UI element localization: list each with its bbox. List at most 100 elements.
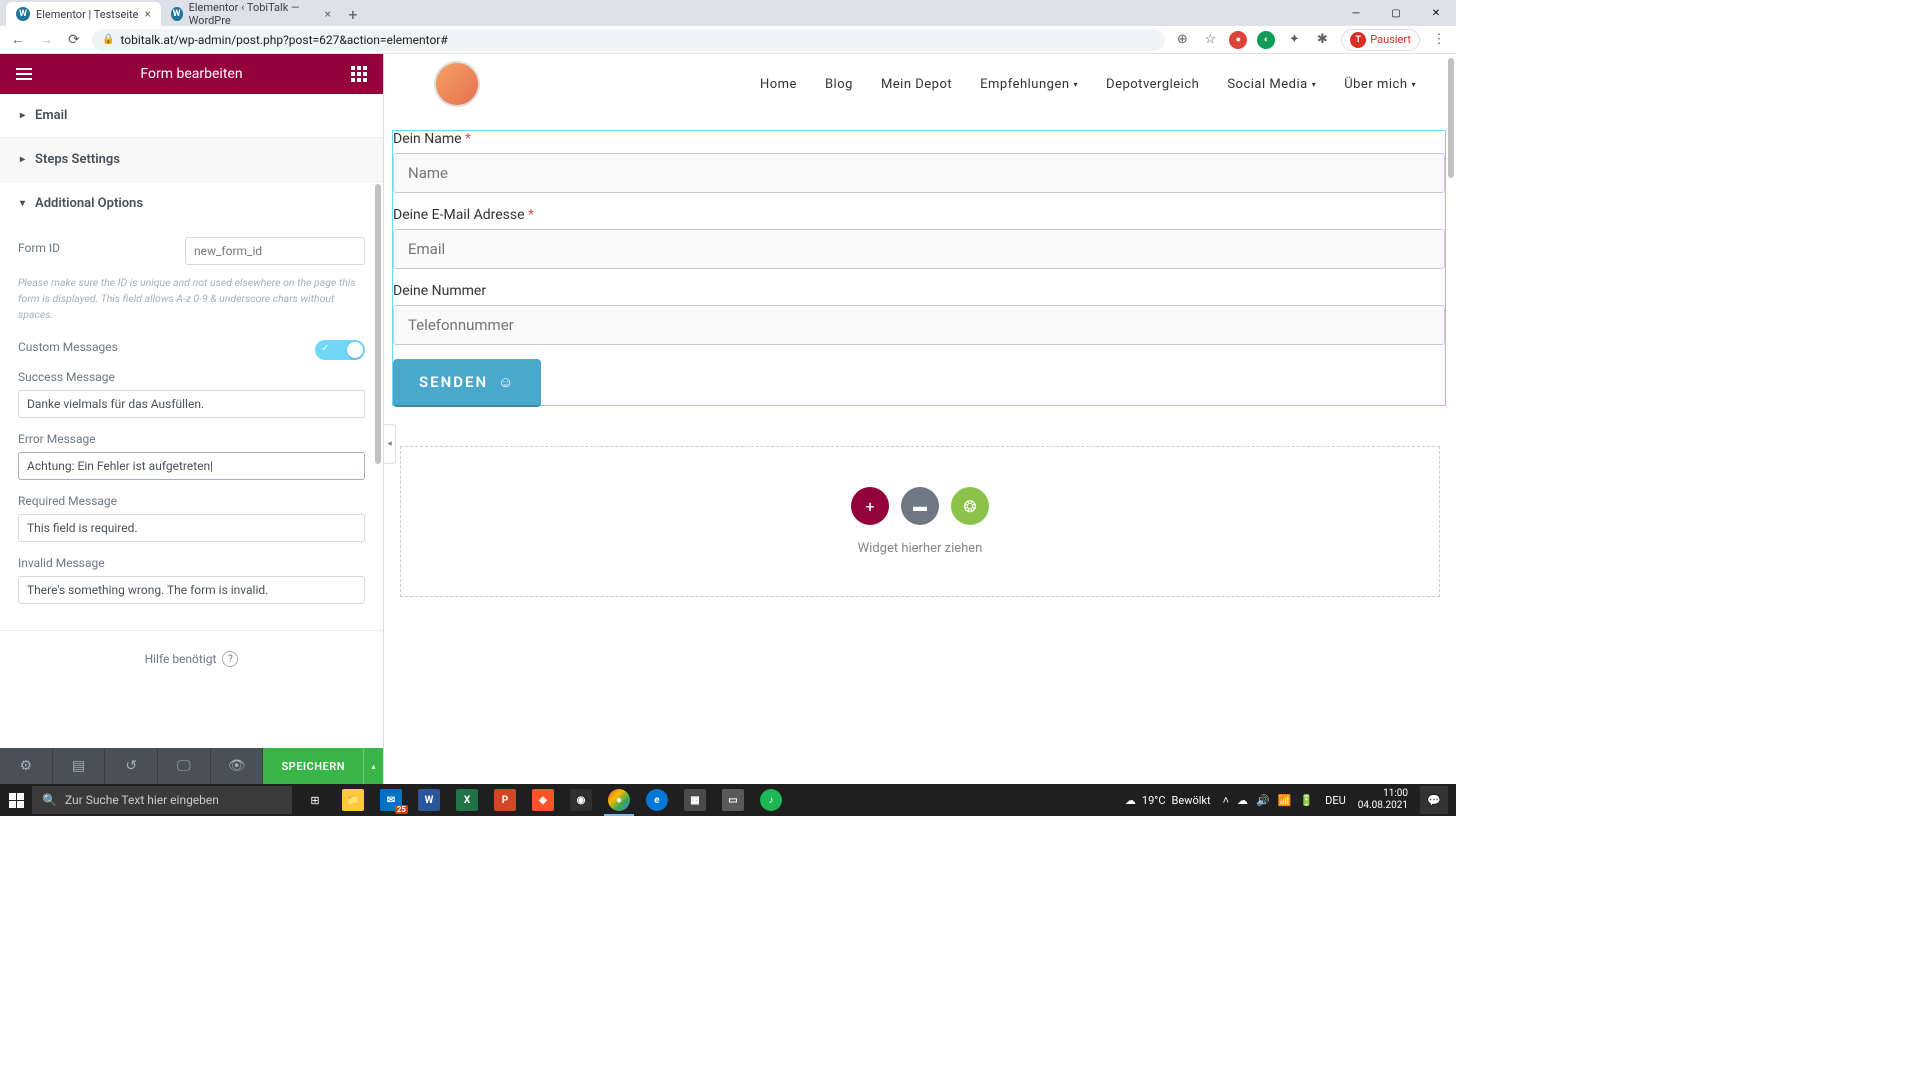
weather-widget[interactable]: ☁ 19°C Bewölkt bbox=[1125, 794, 1211, 807]
close-icon[interactable]: × bbox=[325, 7, 331, 21]
widget-drop-zone[interactable]: + ▬ ❂ Widget hierher ziehen bbox=[400, 446, 1440, 597]
collapse-sidebar-handle[interactable]: ◂ bbox=[384, 424, 396, 464]
nav-item[interactable]: Social Media▾ bbox=[1227, 77, 1316, 92]
invalid-message-input[interactable] bbox=[18, 576, 365, 604]
site-header: Home Blog Mein Depot Empfehlungen▾ Depotverg… bbox=[384, 54, 1456, 114]
site-nav: Home Blog Mein Depot Empfehlungen▾ Depotverg… bbox=[760, 77, 1416, 92]
help-link[interactable]: Hilfe benötigt ? bbox=[0, 631, 383, 687]
chevron-up-icon[interactable]: ˄ bbox=[1223, 794, 1229, 807]
navigator-icon[interactable]: ▤ bbox=[53, 748, 106, 784]
elementor-sidebar: Form bearbeiten ▸ Email ▸ Steps Settings bbox=[0, 54, 384, 784]
wordpress-icon: W bbox=[171, 7, 183, 21]
extensions-menu-icon[interactable]: ✱ bbox=[1313, 31, 1331, 49]
obs-icon[interactable]: ◉ bbox=[562, 784, 600, 816]
kebab-menu-icon[interactable]: ⋮ bbox=[1430, 31, 1448, 49]
nav-item[interactable]: Über mich▾ bbox=[1344, 77, 1416, 92]
scrollbar-thumb[interactable] bbox=[375, 184, 381, 464]
extension-icon[interactable]: ✦ bbox=[1285, 31, 1303, 49]
nav-item[interactable]: Mein Depot bbox=[881, 77, 952, 92]
preview-icon[interactable]: 👁 bbox=[211, 748, 264, 784]
wifi-icon[interactable]: 📶 bbox=[1278, 794, 1292, 807]
send-button[interactable]: SENDEN ☺ bbox=[393, 359, 541, 405]
extension-icon[interactable]: ◐ bbox=[1257, 31, 1275, 49]
envato-button[interactable]: ❂ bbox=[951, 487, 989, 525]
save-button[interactable]: SPEICHERN bbox=[263, 748, 363, 784]
url-field[interactable]: 🔒 tobitalk.at/wp-admin/post.php?post=627… bbox=[92, 29, 1165, 51]
browser-tab[interactable]: W Elementor ‹ TobiTalk — WordPre × bbox=[161, 2, 341, 26]
new-tab-button[interactable]: + bbox=[341, 2, 365, 26]
section-email[interactable]: ▸ Email bbox=[0, 94, 383, 137]
back-button[interactable]: ← bbox=[8, 30, 28, 50]
pause-label: Pausiert bbox=[1370, 33, 1411, 46]
form-id-input[interactable] bbox=[185, 237, 365, 265]
form-widget[interactable]: Dein Name * Deine E-Mail Adresse * Deine… bbox=[392, 130, 1446, 406]
responsive-icon[interactable]: 🖵 bbox=[158, 748, 211, 784]
required-message-input[interactable] bbox=[18, 514, 365, 542]
browser-tab-active[interactable]: W Elementor | Testseite × bbox=[6, 2, 161, 26]
clock[interactable]: 11:00 04.08.2021 bbox=[1358, 788, 1408, 812]
nav-item[interactable]: Home bbox=[760, 77, 797, 92]
section-additional-options[interactable]: ▾ Additional Options bbox=[0, 182, 383, 225]
cloud-sync-icon[interactable]: ☁ bbox=[1237, 794, 1248, 807]
sidebar-scroll[interactable]: ▸ Email ▸ Steps Settings ▾ Additional Op… bbox=[0, 94, 383, 748]
profile-paused-badge[interactable]: T Pausiert bbox=[1341, 29, 1420, 51]
template-library-button[interactable]: ▬ bbox=[901, 487, 939, 525]
close-icon[interactable]: × bbox=[145, 7, 151, 21]
nav-item[interactable]: Empfehlungen▾ bbox=[980, 77, 1078, 92]
app-icon[interactable]: ▭ bbox=[714, 784, 752, 816]
outlook-icon[interactable]: ✉25 bbox=[372, 784, 410, 816]
caret-right-icon: ▸ bbox=[20, 110, 25, 121]
bookmark-icon[interactable]: ☆ bbox=[1201, 31, 1219, 49]
error-message-input[interactable] bbox=[18, 452, 365, 480]
extension-icon[interactable]: ● bbox=[1229, 31, 1247, 49]
powerpoint-icon[interactable]: P bbox=[486, 784, 524, 816]
chevron-down-icon: ▾ bbox=[1074, 80, 1079, 89]
section-label: Additional Options bbox=[35, 196, 143, 211]
form-id-label: Form ID bbox=[18, 241, 60, 255]
file-explorer-icon[interactable]: 📁 bbox=[334, 784, 372, 816]
chrome-icon[interactable]: ● bbox=[600, 784, 638, 816]
taskbar-search[interactable]: 🔍 Zur Suche Text hier eingeben bbox=[32, 786, 292, 814]
time: 11:00 bbox=[1358, 788, 1408, 800]
date: 04.08.2021 bbox=[1358, 800, 1408, 812]
start-button[interactable] bbox=[0, 784, 32, 816]
battery-icon[interactable]: 🔋 bbox=[1299, 794, 1313, 807]
custom-messages-toggle[interactable]: ✓ bbox=[315, 340, 365, 360]
browser-tab-strip: W Elementor | Testseite × W Elementor ‹ … bbox=[0, 0, 1456, 26]
profile-avatar: T bbox=[1350, 32, 1366, 48]
section-steps-settings[interactable]: ▸ Steps Settings bbox=[0, 138, 383, 181]
excel-icon[interactable]: X bbox=[448, 784, 486, 816]
close-window-button[interactable]: ✕ bbox=[1416, 0, 1456, 26]
site-avatar[interactable] bbox=[434, 61, 480, 107]
zoom-icon[interactable]: ⊕ bbox=[1173, 31, 1191, 49]
widgets-grid-icon[interactable] bbox=[347, 62, 371, 86]
name-input[interactable] bbox=[393, 153, 1445, 193]
notifications-icon[interactable]: 💬 bbox=[1420, 786, 1448, 814]
nav-item[interactable]: Depotvergleich bbox=[1106, 77, 1199, 92]
save-options-button[interactable]: ▴ bbox=[363, 748, 383, 784]
edge-icon[interactable]: e bbox=[638, 784, 676, 816]
section-label: Email bbox=[35, 108, 67, 123]
phone-input[interactable] bbox=[393, 305, 1445, 345]
settings-icon[interactable]: ⚙ bbox=[0, 748, 53, 784]
brave-icon[interactable]: ◆ bbox=[524, 784, 562, 816]
minimize-button[interactable]: ─ bbox=[1336, 0, 1376, 26]
word-icon[interactable]: W bbox=[410, 784, 448, 816]
preview-canvas[interactable]: ◂ Home Blog Mein Depot Empfehlungen▾ Depotve… bbox=[384, 54, 1456, 784]
nav-item[interactable]: Blog bbox=[825, 77, 853, 92]
history-icon[interactable]: ↺ bbox=[105, 748, 158, 784]
scrollbar-thumb[interactable] bbox=[1448, 58, 1454, 178]
forward-button[interactable]: → bbox=[36, 30, 56, 50]
success-message-input[interactable] bbox=[18, 390, 365, 418]
reload-button[interactable]: ⟳ bbox=[64, 30, 84, 50]
maximize-button[interactable]: ▢ bbox=[1376, 0, 1416, 26]
add-section-button[interactable]: + bbox=[851, 487, 889, 525]
email-input[interactable] bbox=[393, 229, 1445, 269]
app-icon[interactable]: ▦ bbox=[676, 784, 714, 816]
language-indicator[interactable]: DEU bbox=[1325, 794, 1346, 807]
volume-icon[interactable]: 🔊 bbox=[1256, 794, 1270, 807]
hamburger-menu-icon[interactable] bbox=[12, 62, 36, 86]
task-view-icon[interactable]: ⊞ bbox=[296, 784, 334, 816]
spotify-icon[interactable]: ♪ bbox=[752, 784, 790, 816]
system-tray[interactable]: ˄ ☁ 🔊 📶 🔋 bbox=[1223, 794, 1314, 807]
